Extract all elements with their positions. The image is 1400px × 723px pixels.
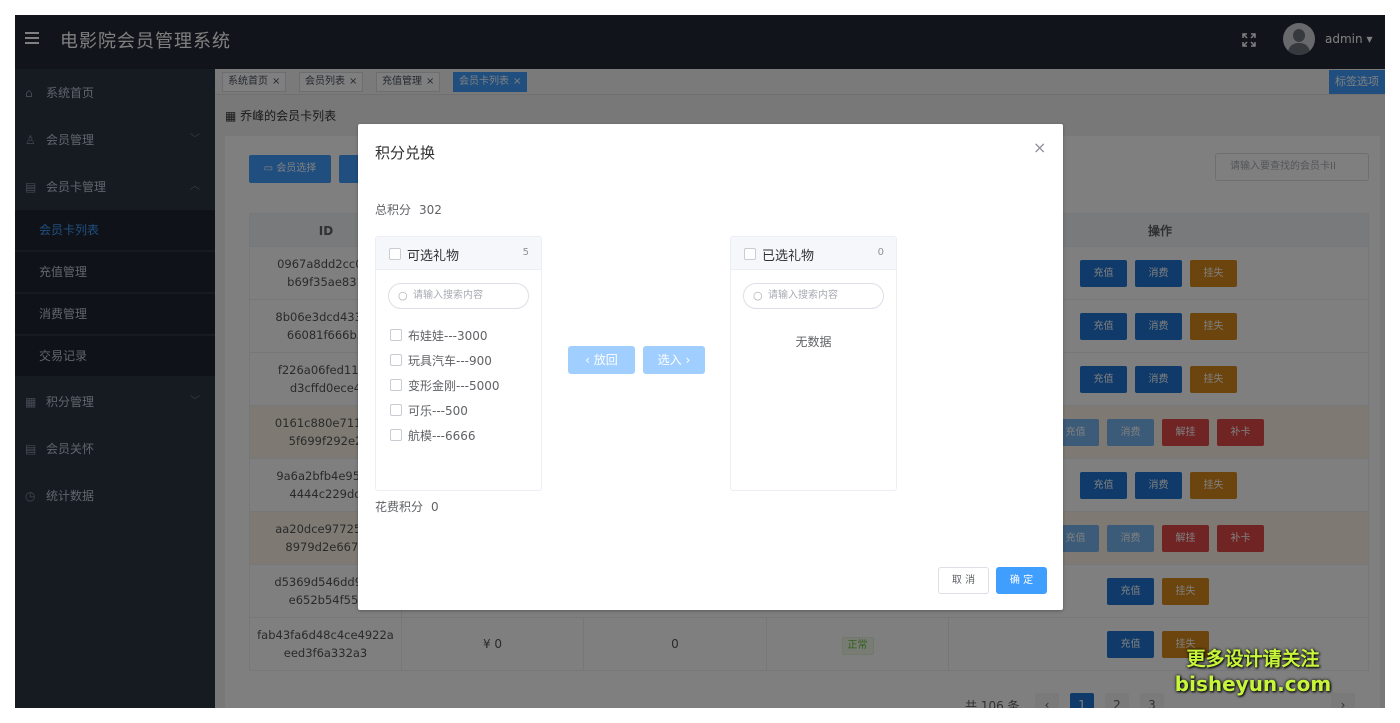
gift-item[interactable]: 变形金刚---5000 <box>388 375 538 395</box>
panel-header: 已选礼物 0 <box>731 237 896 270</box>
search-icon: ○ <box>753 289 763 302</box>
search-icon: ○ <box>398 289 408 302</box>
confirm-button[interactable]: 确 定 <box>996 567 1047 594</box>
select-all-checkbox[interactable] <box>744 248 756 260</box>
gift-checkbox[interactable] <box>390 404 402 416</box>
available-gifts-panel: 可选礼物 5 ○ 请输入搜索内容 布娃娃---3000 玩具汽车---900 变… <box>375 236 542 491</box>
total-points-label: 总积分 <box>375 203 412 217</box>
gift-name: 变形金刚---5000 <box>408 379 500 393</box>
chevron-right-icon: › <box>681 353 691 367</box>
gift-item[interactable]: 布娃娃---3000 <box>388 325 538 345</box>
move-back-button[interactable]: ‹ 放回 <box>568 346 635 374</box>
gift-name: 航模---6666 <box>408 429 476 443</box>
cancel-button[interactable]: 取 消 <box>938 567 989 594</box>
total-points: 总积分 302 <box>375 201 442 218</box>
empty-state: 无数据 <box>795 335 832 349</box>
move-in-button[interactable]: 选入 › <box>643 346 705 374</box>
spent-points-label: 花费积分 <box>375 500 424 514</box>
panel-header: 可选礼物 5 <box>376 237 541 270</box>
selected-gifts-panel: 已选礼物 0 ○ 请输入搜索内容 无数据 <box>730 236 897 491</box>
gift-item[interactable]: 航模---6666 <box>388 425 538 445</box>
button-label: 放回 <box>593 353 618 367</box>
panel-title: 已选礼物 <box>762 249 815 264</box>
gift-search-input[interactable]: ○ 请输入搜索内容 <box>388 283 529 309</box>
gift-name: 可乐---500 <box>408 404 468 418</box>
watermark: 更多设计请关注 bisheyun.com <box>1173 647 1333 697</box>
close-icon[interactable]: × <box>1033 138 1046 157</box>
panel-title: 可选礼物 <box>407 249 460 264</box>
dialog-title: 积分兑换 <box>375 144 436 162</box>
chevron-left-icon: ‹ <box>585 353 594 367</box>
gift-item[interactable]: 可乐---500 <box>388 400 538 420</box>
spent-points-value: 0 <box>431 500 439 514</box>
points-exchange-dialog: 积分兑换 × 总积分 302 可选礼物 5 ○ 请输入搜索内容 布娃娃---300… <box>358 124 1063 610</box>
panel-count: 5 <box>522 247 529 258</box>
selected-search-input[interactable]: ○ 请输入搜索内容 <box>743 283 884 309</box>
gift-checkbox[interactable] <box>390 354 402 366</box>
button-label: 选入 <box>657 353 682 367</box>
watermark-line: 更多设计请关注 <box>1186 648 1320 670</box>
spent-points: 花费积分 0 <box>375 498 439 515</box>
panel-count: 0 <box>877 247 884 258</box>
select-all-checkbox[interactable] <box>389 248 401 260</box>
gift-item[interactable]: 玩具汽车---900 <box>388 350 538 370</box>
total-points-value: 302 <box>419 203 442 217</box>
gift-checkbox[interactable] <box>390 329 402 341</box>
app-window: 电影院会员管理系统 admin ▾ ⌂ 系统首页 ♙ 会员管理 ﹀ ▤ 会员卡管… <box>15 15 1385 708</box>
gift-name: 布娃娃---3000 <box>408 329 488 343</box>
gift-checkbox[interactable] <box>390 379 402 391</box>
gift-checkbox[interactable] <box>390 429 402 441</box>
watermark-line: bisheyun.com <box>1174 672 1332 696</box>
gift-name: 玩具汽车---900 <box>408 354 492 368</box>
search-placeholder: 请输入搜索内容 <box>413 290 483 301</box>
search-placeholder: 请输入搜索内容 <box>768 290 838 301</box>
